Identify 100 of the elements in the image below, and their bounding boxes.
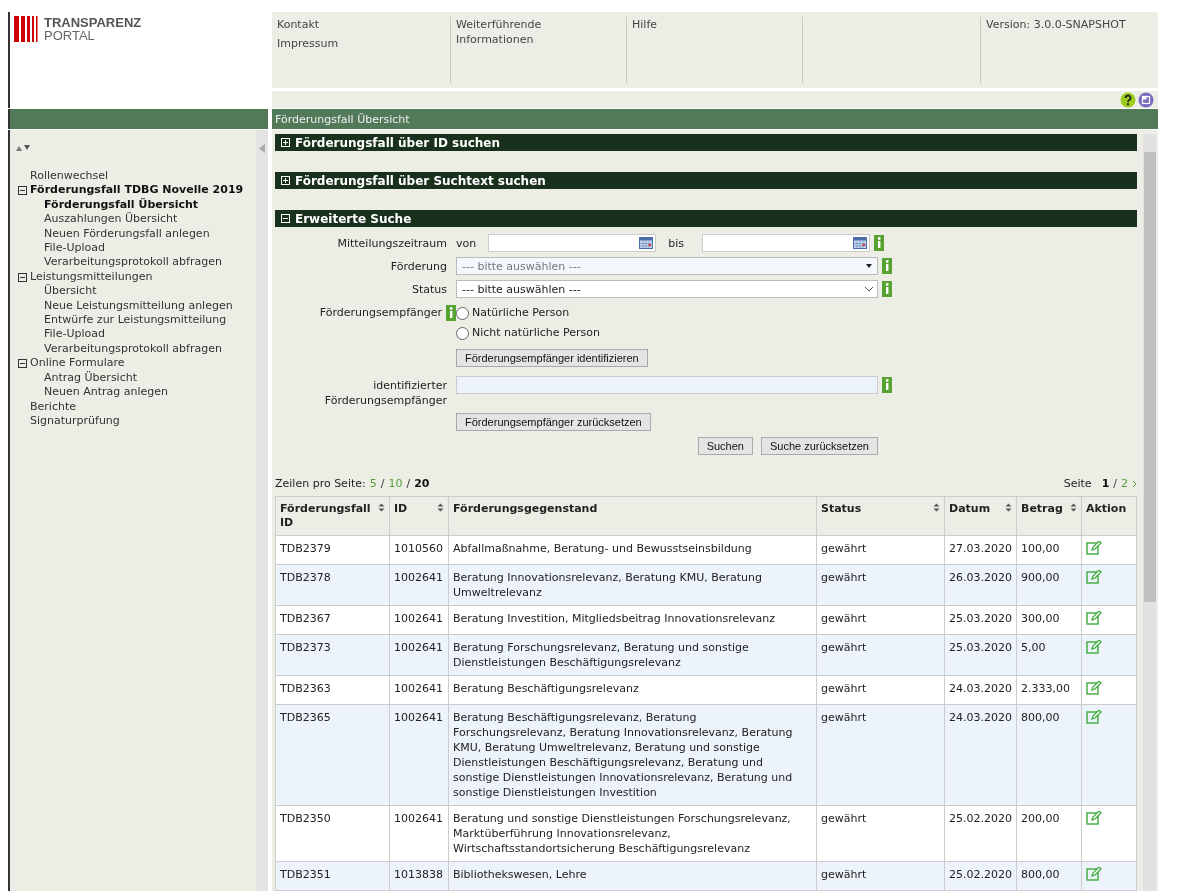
- table-cell: Beratung Innovationsrelevanz, Beratung KMU, Beratung Umweltrelevanz: [448, 564, 817, 606]
- info-icon[interactable]: [882, 258, 892, 274]
- select-field[interactable]: --- bitte auswählen ---: [456, 280, 878, 298]
- sort-icon[interactable]: [437, 503, 444, 512]
- window-icon[interactable]: [1138, 91, 1154, 108]
- next-icon[interactable]: [1132, 479, 1137, 488]
- column-header[interactable]: ID: [389, 496, 449, 536]
- sidebar-toggle[interactable]: [256, 130, 268, 891]
- page-link[interactable]: 1: [1101, 477, 1110, 490]
- sort-icon[interactable]: [933, 503, 940, 512]
- nav-group[interactable]: Leistungsmitteilungen: [30, 269, 153, 285]
- column-header[interactable]: Datum: [944, 496, 1017, 536]
- table-cell: 900,00: [1016, 564, 1082, 606]
- collapse-arrow-icon[interactable]: [259, 144, 265, 153]
- collapse-icon[interactable]: [18, 272, 27, 282]
- logo-title: TRANSPARENZ: [44, 16, 142, 29]
- table-cell: 1002641: [389, 805, 449, 862]
- nav-item[interactable]: File-Upload: [14, 327, 105, 342]
- nav-item[interactable]: Auszahlungen Übersicht: [14, 212, 178, 227]
- info-icon[interactable]: [446, 305, 456, 321]
- table-cell: 5,00: [1016, 634, 1082, 676]
- header-link[interactable]: Impressum: [277, 36, 427, 51]
- help-icon[interactable]: [1120, 91, 1136, 108]
- table-cell: Beratung Forschungsrelevanz, Beratung und sonstige Dienstleistungen Beschäftigungsrelevanz: [448, 634, 817, 676]
- collapse-icon[interactable]: [18, 186, 27, 196]
- header-link[interactable]: Hilfe: [632, 17, 782, 32]
- edit-icon[interactable]: [1086, 811, 1102, 825]
- edit-icon[interactable]: [1086, 681, 1102, 695]
- section-title: Förderungsfall über Suchtext suchen: [295, 173, 546, 188]
- table-cell: gewährt: [816, 564, 945, 606]
- identify-button[interactable]: Förderungsempfänger identifizieren: [456, 349, 648, 367]
- sort-icon[interactable]: [1005, 503, 1012, 512]
- section-title: Förderungsfall über ID suchen: [295, 135, 501, 150]
- nav-item[interactable]: Entwürfe zur Leistungsmitteilung: [14, 313, 227, 328]
- column-header[interactable]: Förderungsfall ID: [275, 496, 390, 536]
- table-cell: TDB2351: [275, 861, 390, 891]
- nav-item[interactable]: Verarbeitungsprotokoll abfragen: [14, 255, 222, 270]
- sort-arrows-icon[interactable]: [16, 144, 30, 152]
- field-label: Status: [410, 282, 447, 298]
- page-title: Förderungsfall Übersicht: [275, 112, 410, 126]
- column-header[interactable]: Status: [816, 496, 945, 536]
- radio-button[interactable]: [456, 306, 469, 320]
- edit-icon[interactable]: [1086, 611, 1102, 625]
- collapse-icon[interactable]: [18, 359, 27, 368]
- nav-group[interactable]: Förderungsfall TDBG Novelle 2019: [30, 183, 244, 198]
- nav-item[interactable]: Neuen Förderungsfall anlegen: [14, 226, 210, 242]
- edit-icon[interactable]: [1086, 710, 1102, 724]
- header-link[interactable]: Kontakt: [277, 17, 427, 32]
- section-header[interactable]: Förderungsfall über Suchtext suchen: [275, 172, 1137, 189]
- section-header[interactable]: Erweiterte Suche: [275, 210, 1137, 227]
- edit-icon[interactable]: [1086, 541, 1102, 555]
- section-header[interactable]: Förderungsfall über ID suchen: [275, 134, 1137, 151]
- nav-item[interactable]: Förderungsfall Übersicht: [14, 197, 199, 213]
- radio-option[interactable]: Nicht natürliche Person: [456, 323, 1137, 343]
- radio-option[interactable]: Natürliche Person: [456, 303, 1137, 323]
- scrollbar-thumb[interactable]: [1143, 152, 1156, 602]
- field-label: von: [456, 236, 477, 250]
- nav-item[interactable]: File-Upload: [14, 241, 105, 256]
- search-button[interactable]: Suchen: [697, 437, 753, 455]
- nav-item[interactable]: Signaturprüfung: [14, 413, 120, 429]
- info-icon[interactable]: [874, 235, 884, 251]
- date-field[interactable]: [488, 234, 657, 252]
- table-cell: Abfallmaßnahme, Beratung- und Bewusstseinsbildung: [448, 535, 817, 565]
- column-header: Förderungsgegenstand: [448, 496, 817, 536]
- edit-icon[interactable]: [1086, 640, 1102, 654]
- reset-recipient-button[interactable]: Förderungsempfänger zurücksetzen: [456, 413, 651, 431]
- recipient-field[interactable]: [456, 376, 878, 394]
- table-cell: TDB2379: [275, 535, 390, 565]
- nav-item[interactable]: Rollenwechsel: [14, 169, 109, 184]
- nav-group[interactable]: Online Formulare: [30, 356, 125, 371]
- info-icon[interactable]: [882, 377, 892, 393]
- expand-icon[interactable]: [281, 138, 290, 147]
- table-cell: 1002641: [389, 605, 449, 635]
- nav-item[interactable]: Neuen Antrag anlegen: [14, 385, 168, 400]
- table-cell: 1002641: [389, 675, 449, 705]
- reset-search-button[interactable]: Suche zurücksetzen: [760, 437, 878, 455]
- nav-item[interactable]: Verarbeitungsprotokoll abfragen: [14, 341, 222, 357]
- nav-item[interactable]: Neue Leistungsmitteilung anlegen: [14, 298, 233, 314]
- page-size-link[interactable]: 20: [414, 477, 430, 490]
- edit-icon[interactable]: [1086, 570, 1102, 584]
- header-link[interactable]: Weiterführende Informationen: [456, 17, 606, 47]
- nav-item[interactable]: Übersicht: [14, 284, 97, 299]
- sort-icon[interactable]: [1070, 503, 1077, 512]
- table-cell: 25.03.2020: [944, 605, 1017, 635]
- separator: /: [1113, 477, 1117, 490]
- scrollbar[interactable]: [1143, 134, 1156, 891]
- calendar-icon[interactable]: [639, 237, 654, 249]
- date-field[interactable]: [702, 234, 870, 252]
- edit-icon[interactable]: [1086, 867, 1102, 881]
- caret-icon: [864, 286, 874, 292]
- sort-icon[interactable]: [378, 503, 385, 512]
- radio-button[interactable]: [456, 326, 469, 340]
- calendar-icon[interactable]: [853, 237, 867, 249]
- table-cell: Bibliothekswesen, Lehre: [448, 861, 817, 891]
- nav-item[interactable]: Antrag Übersicht: [14, 370, 137, 386]
- table-cell: TDB2363: [275, 675, 390, 705]
- info-icon[interactable]: [882, 281, 892, 297]
- nav-item[interactable]: Berichte: [14, 399, 76, 414]
- expand-icon[interactable]: [281, 176, 290, 185]
- column-header[interactable]: Betrag: [1016, 496, 1082, 536]
